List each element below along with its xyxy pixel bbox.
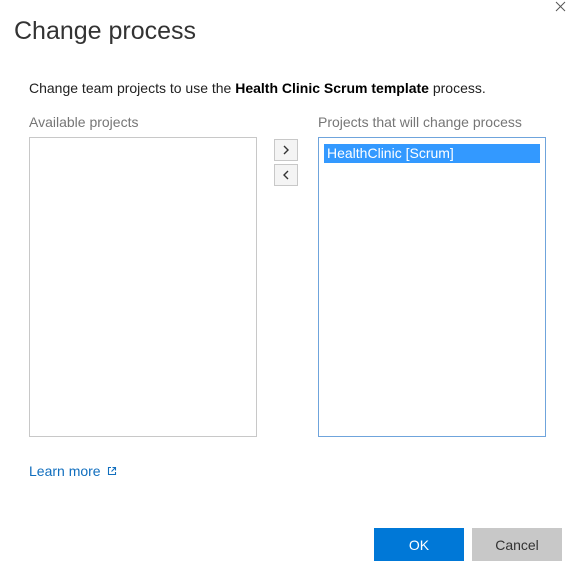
available-projects-label: Available projects (29, 114, 139, 130)
dialog-description: Change team projects to use the Health C… (29, 79, 486, 97)
process-name: Health Clinic Scrum template (235, 80, 429, 96)
move-right-button[interactable] (274, 139, 298, 161)
list-item[interactable]: HealthClinic [Scrum] (324, 144, 540, 163)
close-icon (555, 1, 566, 12)
cancel-button[interactable]: Cancel (472, 528, 562, 561)
dialog-title: Change process (14, 17, 197, 45)
description-prefix: Change team projects to use the (29, 80, 236, 96)
chevron-right-icon (283, 145, 289, 155)
ok-button[interactable]: OK (374, 528, 464, 561)
learn-more-label: Learn more (29, 463, 101, 479)
close-button[interactable] (553, 0, 573, 14)
target-projects-label: Projects that will change process (318, 114, 522, 130)
learn-more-link[interactable]: Learn more (29, 462, 117, 480)
external-link-icon (107, 462, 117, 480)
description-suffix: process. (428, 80, 486, 96)
target-projects-list[interactable]: HealthClinic [Scrum] (318, 137, 546, 437)
move-left-button[interactable] (274, 164, 298, 186)
change-process-dialog: Change process Change team projects to u… (0, 0, 579, 572)
available-projects-list[interactable] (29, 137, 257, 437)
chevron-left-icon (283, 170, 289, 180)
